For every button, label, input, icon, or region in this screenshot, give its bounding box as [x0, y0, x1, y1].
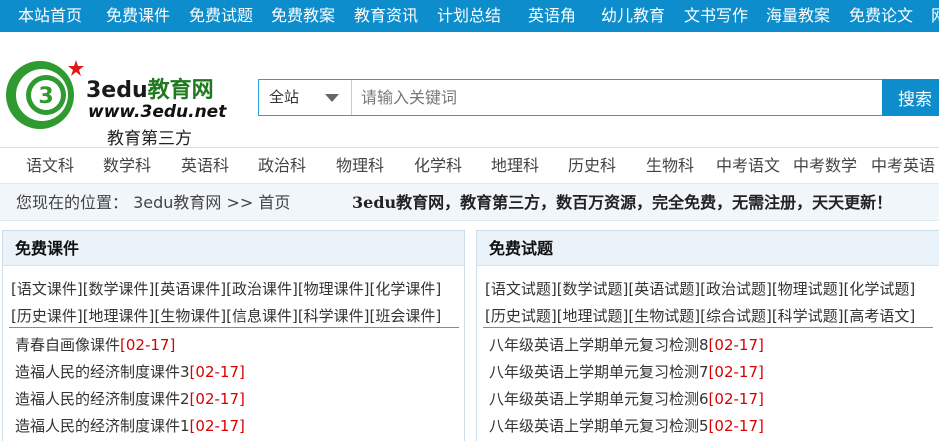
item-link[interactable]: 青春自画像课件: [15, 336, 120, 354]
tests-category-links[interactable]: [历史试题][地理试题][生物试题][综合试题][科学试题][高考语文]: [485, 307, 915, 325]
tests-categories-row1: [语文试题][数学试题][英语试题][政治试题][物理试题][化学试题]: [485, 278, 915, 299]
date-value: 02-17: [195, 363, 239, 381]
item-link[interactable]: 造福人民的经济制度课件1: [15, 417, 190, 435]
subject-nav: 语文科 数学科 英语科 政治科 物理科 化学科 地理科 历史科 生物科 中考语文…: [0, 147, 939, 183]
nav-preschool[interactable]: 幼儿教育: [601, 0, 665, 32]
logo-brand-cn: 教育网: [147, 78, 214, 103]
nav-english-corner[interactable]: 英语角: [528, 0, 576, 32]
date-value: 02-17: [714, 363, 758, 381]
courseware-panel-title[interactable]: 免费课件: [15, 231, 79, 266]
nav-free-tests[interactable]: 免费试题: [189, 0, 253, 32]
tests-category-links[interactable]: [语文试题][数学试题][英语试题][政治试题][物理试题][化学试题]: [485, 280, 915, 298]
subject-biology[interactable]: 生物科: [646, 148, 694, 183]
divider: [483, 327, 933, 328]
site-logo[interactable]: 3 3edu教育网 www.3edu.net 教育第三方: [2, 50, 232, 149]
tests-panel: 免费试题 [语文试题][数学试题][英语试题][政治试题][物理试题][化学试题…: [476, 230, 939, 441]
item-date: [02-17]: [189, 417, 245, 435]
subject-zk-english[interactable]: 中考英语: [871, 148, 935, 183]
logo-tagline: 教育第三方: [107, 129, 192, 149]
item-link[interactable]: 造福人民的经济制度课件3: [15, 363, 190, 381]
date-value: 02-17: [195, 417, 239, 435]
nav-free-papers[interactable]: 免费论文: [849, 0, 913, 32]
item-date: [02-17]: [708, 417, 764, 435]
item-link[interactable]: 八年级英语上学期单元复习检测7: [489, 363, 709, 381]
courseware-panel-header: 免费课件: [3, 231, 464, 266]
breadcrumb-bar: 您现在的位置： 3edu教育网 >> 首页 3edu教育网，教育第三方，数百万资…: [0, 183, 939, 221]
search-input[interactable]: [353, 80, 883, 115]
item-date: [02-17]: [708, 363, 764, 381]
top-nav: 本站首页 免费课件 免费试题 免费教案 教育资讯 计划总结 英语角 幼儿教育 文…: [0, 0, 939, 32]
date-value: 02-17: [714, 390, 758, 408]
logo-brand-latin: 3edu: [86, 78, 148, 103]
divider: [9, 327, 459, 328]
site-slogan: 3edu教育网，教育第三方，数百万资源，完全免费，无需注册，天天更新！: [352, 193, 893, 212]
courseware-categories-row2: [历史课件][地理课件][生物课件][信息课件][科学课件][班会课件]: [11, 305, 441, 326]
subject-geography[interactable]: 地理科: [491, 148, 539, 183]
breadcrumb: 您现在的位置： 3edu教育网 >> 首页: [16, 193, 291, 212]
nav-home[interactable]: 本站首页: [18, 0, 82, 32]
courseware-panel: 免费课件 [语文课件][数学课件][英语课件][政治课件][物理课件][化学课件…: [2, 230, 465, 441]
list-item: 造福人民的经济制度课件1[02-17]: [15, 415, 245, 436]
date-value: 02-17: [125, 336, 170, 354]
item-link[interactable]: 八年级英语上学期单元复习检测6: [489, 390, 709, 408]
nav-writing[interactable]: 文书写作: [684, 0, 748, 32]
nav-free-lesson-plans[interactable]: 免费教案: [271, 0, 335, 32]
nav-mass-lesson-plans[interactable]: 海量教案: [766, 0, 830, 32]
chevron-down-icon: [325, 94, 339, 102]
item-link[interactable]: 八年级英语上学期单元复习检测8: [489, 336, 709, 354]
subject-chinese[interactable]: 语文科: [26, 148, 74, 183]
subject-zk-math[interactable]: 中考数学: [793, 148, 857, 183]
item-date: [02-17]: [189, 390, 245, 408]
subject-politics[interactable]: 政治科: [258, 148, 306, 183]
subject-history[interactable]: 历史科: [568, 148, 616, 183]
item-link[interactable]: 八年级英语上学期单元复习检测5: [489, 417, 709, 435]
list-item: 八年级英语上学期单元复习检测6[02-17]: [489, 388, 764, 409]
search-bar: 全站 搜索: [258, 79, 939, 116]
tests-panel-header: 免费试题: [477, 231, 939, 266]
logo-brand: 3edu教育网: [86, 72, 214, 104]
subject-zk-chinese[interactable]: 中考语文: [716, 148, 780, 183]
item-link[interactable]: 造福人民的经济制度课件2: [15, 390, 190, 408]
item-date: [02-17]: [708, 336, 764, 354]
list-item: 青春自画像课件[02-17]: [15, 334, 175, 355]
search-scope-value: 全站: [269, 88, 300, 106]
list-item: 八年级英语上学期单元复习检测8[02-17]: [489, 334, 764, 355]
list-item: 八年级英语上学期单元复习检测7[02-17]: [489, 361, 764, 382]
subject-chemistry[interactable]: 化学科: [414, 148, 462, 183]
logo-url: www.3edu.net: [88, 102, 227, 122]
nav-education-news[interactable]: 教育资讯: [354, 0, 418, 32]
subject-math[interactable]: 数学科: [103, 148, 151, 183]
site-header: 3 3edu教育网 www.3edu.net 教育第三方 全站 搜索: [0, 32, 939, 149]
date-value: 02-17: [195, 390, 239, 408]
subject-physics[interactable]: 物理科: [336, 148, 384, 183]
item-date: [02-17]: [120, 336, 176, 354]
list-item: 造福人民的经济制度课件2[02-17]: [15, 388, 245, 409]
list-item: 八年级英语上学期单元复习检测5[02-17]: [489, 415, 764, 436]
courseware-category-links[interactable]: [语文课件][数学课件][英语课件][政治课件][物理课件][化学课件]: [11, 280, 441, 298]
courseware-categories-row1: [语文课件][数学课件][英语课件][政治课件][物理课件][化学课件]: [11, 278, 441, 299]
tests-panel-title[interactable]: 免费试题: [489, 231, 553, 266]
nav-plans-summaries[interactable]: 计划总结: [437, 0, 501, 32]
svg-text:3: 3: [38, 84, 53, 109]
nav-more[interactable]: 网: [931, 0, 939, 32]
list-item: 造福人民的经济制度课件3[02-17]: [15, 361, 245, 382]
date-value: 02-17: [714, 336, 758, 354]
item-date: [02-17]: [708, 390, 764, 408]
search-button[interactable]: 搜索: [882, 79, 939, 116]
subject-english[interactable]: 英语科: [181, 148, 229, 183]
courseware-category-links[interactable]: [历史课件][地理课件][生物课件][信息课件][科学课件][班会课件]: [11, 307, 441, 325]
item-date: [02-17]: [189, 363, 245, 381]
search-scope-select[interactable]: 全站: [259, 80, 352, 115]
nav-free-courseware[interactable]: 免费课件: [106, 0, 170, 32]
date-value: 02-17: [714, 417, 758, 435]
tests-categories-row2: [历史试题][地理试题][生物试题][综合试题][科学试题][高考语文]: [485, 305, 915, 326]
logo-emblem-icon: 3: [6, 60, 84, 129]
